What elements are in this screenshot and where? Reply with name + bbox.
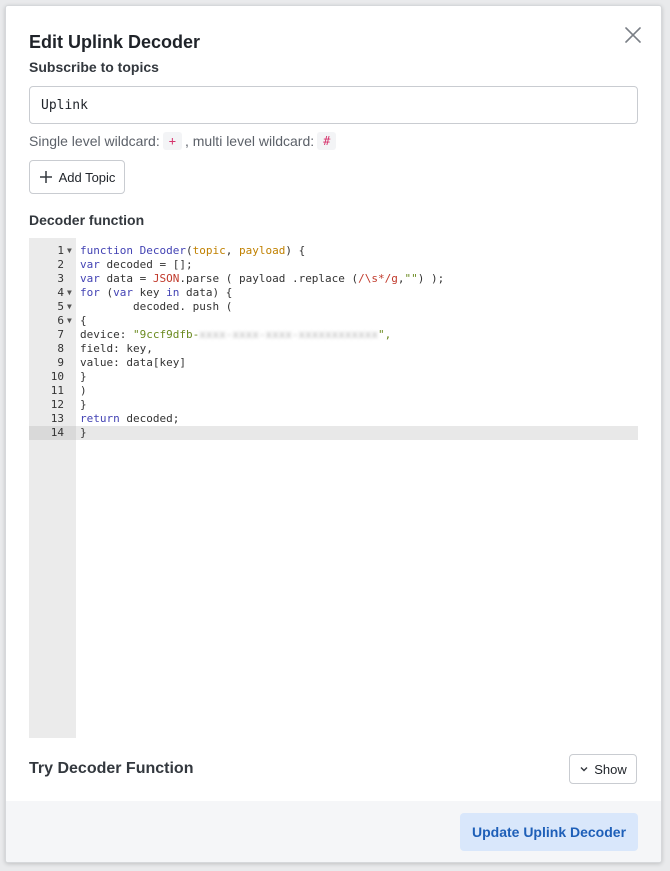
line-number: 13 [50, 412, 64, 425]
line-number: 5 [57, 300, 64, 313]
line-number: 7 [57, 328, 64, 341]
code-line[interactable]: 13 return decoded; [29, 412, 638, 426]
code-text: ) ); [417, 272, 445, 285]
code-text: data = [99, 272, 153, 285]
code-line[interactable]: 4 ▼ for (var key in data) { [29, 286, 638, 300]
code-text: device: [80, 328, 133, 341]
code-text: ( [185, 244, 193, 257]
code-text: ) [80, 384, 87, 397]
code-editor[interactable]: 1 ▼ function Decoder(topic, payload) { 2 … [29, 238, 638, 738]
function-name: Decoder [132, 244, 186, 257]
close-button[interactable] [622, 24, 644, 46]
code-text: ) { [285, 244, 306, 257]
code-line[interactable]: 5 ▼ decoded. push ( [29, 300, 638, 314]
code-text: { [80, 314, 87, 327]
code-text: decoded; [119, 412, 180, 425]
code-text: value: data[key] [80, 356, 186, 369]
close-icon [625, 27, 641, 43]
try-decoder-label: Try Decoder Function [29, 760, 194, 777]
subscribe-topics-label: Subscribe to topics [29, 59, 159, 75]
show-label: Show [594, 761, 627, 777]
code-text: } [80, 370, 87, 383]
line-number: 3 [57, 272, 64, 285]
line-number: 8 [57, 342, 64, 355]
code-line[interactable]: 3 var data = JSON.parse ( payload .repla… [29, 272, 638, 286]
line-number: 11 [50, 384, 64, 397]
code-line[interactable]: 10 } [29, 370, 638, 384]
keyword: var [80, 272, 100, 285]
keyword: in [166, 286, 180, 299]
dialog-title: Edit Uplink Decoder [29, 32, 201, 52]
wildcard-hint: Single level wildcard: + , multi level w… [29, 132, 339, 150]
line-number: 6 [57, 314, 64, 327]
keyword: for [80, 286, 100, 299]
keyword: return [80, 412, 120, 425]
code-text: .parse ( payload .replace ( [179, 272, 359, 285]
edit-uplink-decoder-dialog: Edit Uplink Decoder Subscribe to topics … [5, 5, 662, 863]
code-line[interactable]: 8 field: key, [29, 342, 638, 356]
wildcard-hint-text-1: Single level wildcard: [29, 133, 160, 149]
decoder-function-label: Decoder function [29, 212, 145, 228]
redacted-device-id: xxxx-xxxx-xxxx-xxxxxxxxxxxx [199, 328, 379, 341]
regex-literal: /\s*/g [358, 272, 398, 285]
dialog-footer: Update Uplink Decoder [6, 801, 661, 862]
code-text: , [225, 244, 239, 257]
line-number: 12 [50, 398, 64, 411]
code-text: key [133, 286, 167, 299]
line-number: 4 [57, 286, 64, 299]
param-topic: topic [192, 244, 226, 257]
keyword: function [80, 244, 133, 257]
string-literal: "" [404, 272, 418, 285]
fold-arrow-icon[interactable]: ▼ [67, 314, 72, 328]
param-payload: payload [238, 244, 286, 257]
fold-arrow-icon[interactable]: ▼ [67, 244, 72, 258]
code-line[interactable]: 12 } [29, 398, 638, 412]
code-text: } [80, 398, 87, 411]
code-text: data) { [179, 286, 233, 299]
fold-arrow-icon[interactable]: ▼ [67, 286, 72, 300]
plus-icon [39, 171, 52, 183]
line-number: 2 [57, 258, 64, 271]
string-literal: "9ccf9dfb- [132, 328, 200, 341]
code-text: decoded = []; [99, 258, 193, 271]
chevron-down-icon [580, 767, 588, 772]
wildcard-hint-text-2: , multi level wildcard: [184, 133, 315, 149]
multi-wildcard-chip: # [317, 132, 337, 150]
show-button[interactable]: Show [569, 754, 637, 784]
code-line[interactable]: 7 device: "9ccf9dfb-xxxx-xxxx-xxxx-xxxxx… [29, 328, 638, 342]
code-line[interactable]: 9 value: data[key] [29, 356, 638, 370]
line-number: 9 [57, 356, 64, 369]
update-uplink-decoder-button[interactable]: Update Uplink Decoder [460, 813, 638, 851]
add-topic-button[interactable]: Add Topic [29, 160, 125, 194]
string-literal: ", [378, 328, 392, 341]
code-line[interactable]: 2 var decoded = []; [29, 258, 638, 272]
line-number: 10 [50, 370, 64, 383]
code-line[interactable]: 6 ▼ { [29, 314, 638, 328]
code-text: } [80, 426, 87, 439]
topic-input[interactable] [29, 86, 638, 124]
code-text: field: key, [80, 342, 153, 355]
line-number: 1 [57, 244, 64, 257]
code-text: , [397, 272, 405, 285]
json-object: JSON [152, 272, 180, 285]
code-text: ( [99, 286, 114, 299]
single-wildcard-chip: + [162, 132, 182, 150]
keyword: var [113, 286, 133, 299]
code-line[interactable]: 1 ▼ function Decoder(topic, payload) { [29, 244, 638, 258]
add-topic-label: Add Topic [58, 169, 116, 185]
code-line-active[interactable]: 14 } [29, 426, 638, 440]
code-text: decoded. push ( [80, 300, 233, 313]
code-line[interactable]: 11 ) [29, 384, 638, 398]
keyword: var [80, 258, 100, 271]
line-number: 14 [50, 426, 64, 439]
fold-arrow-icon[interactable]: ▼ [67, 300, 72, 314]
